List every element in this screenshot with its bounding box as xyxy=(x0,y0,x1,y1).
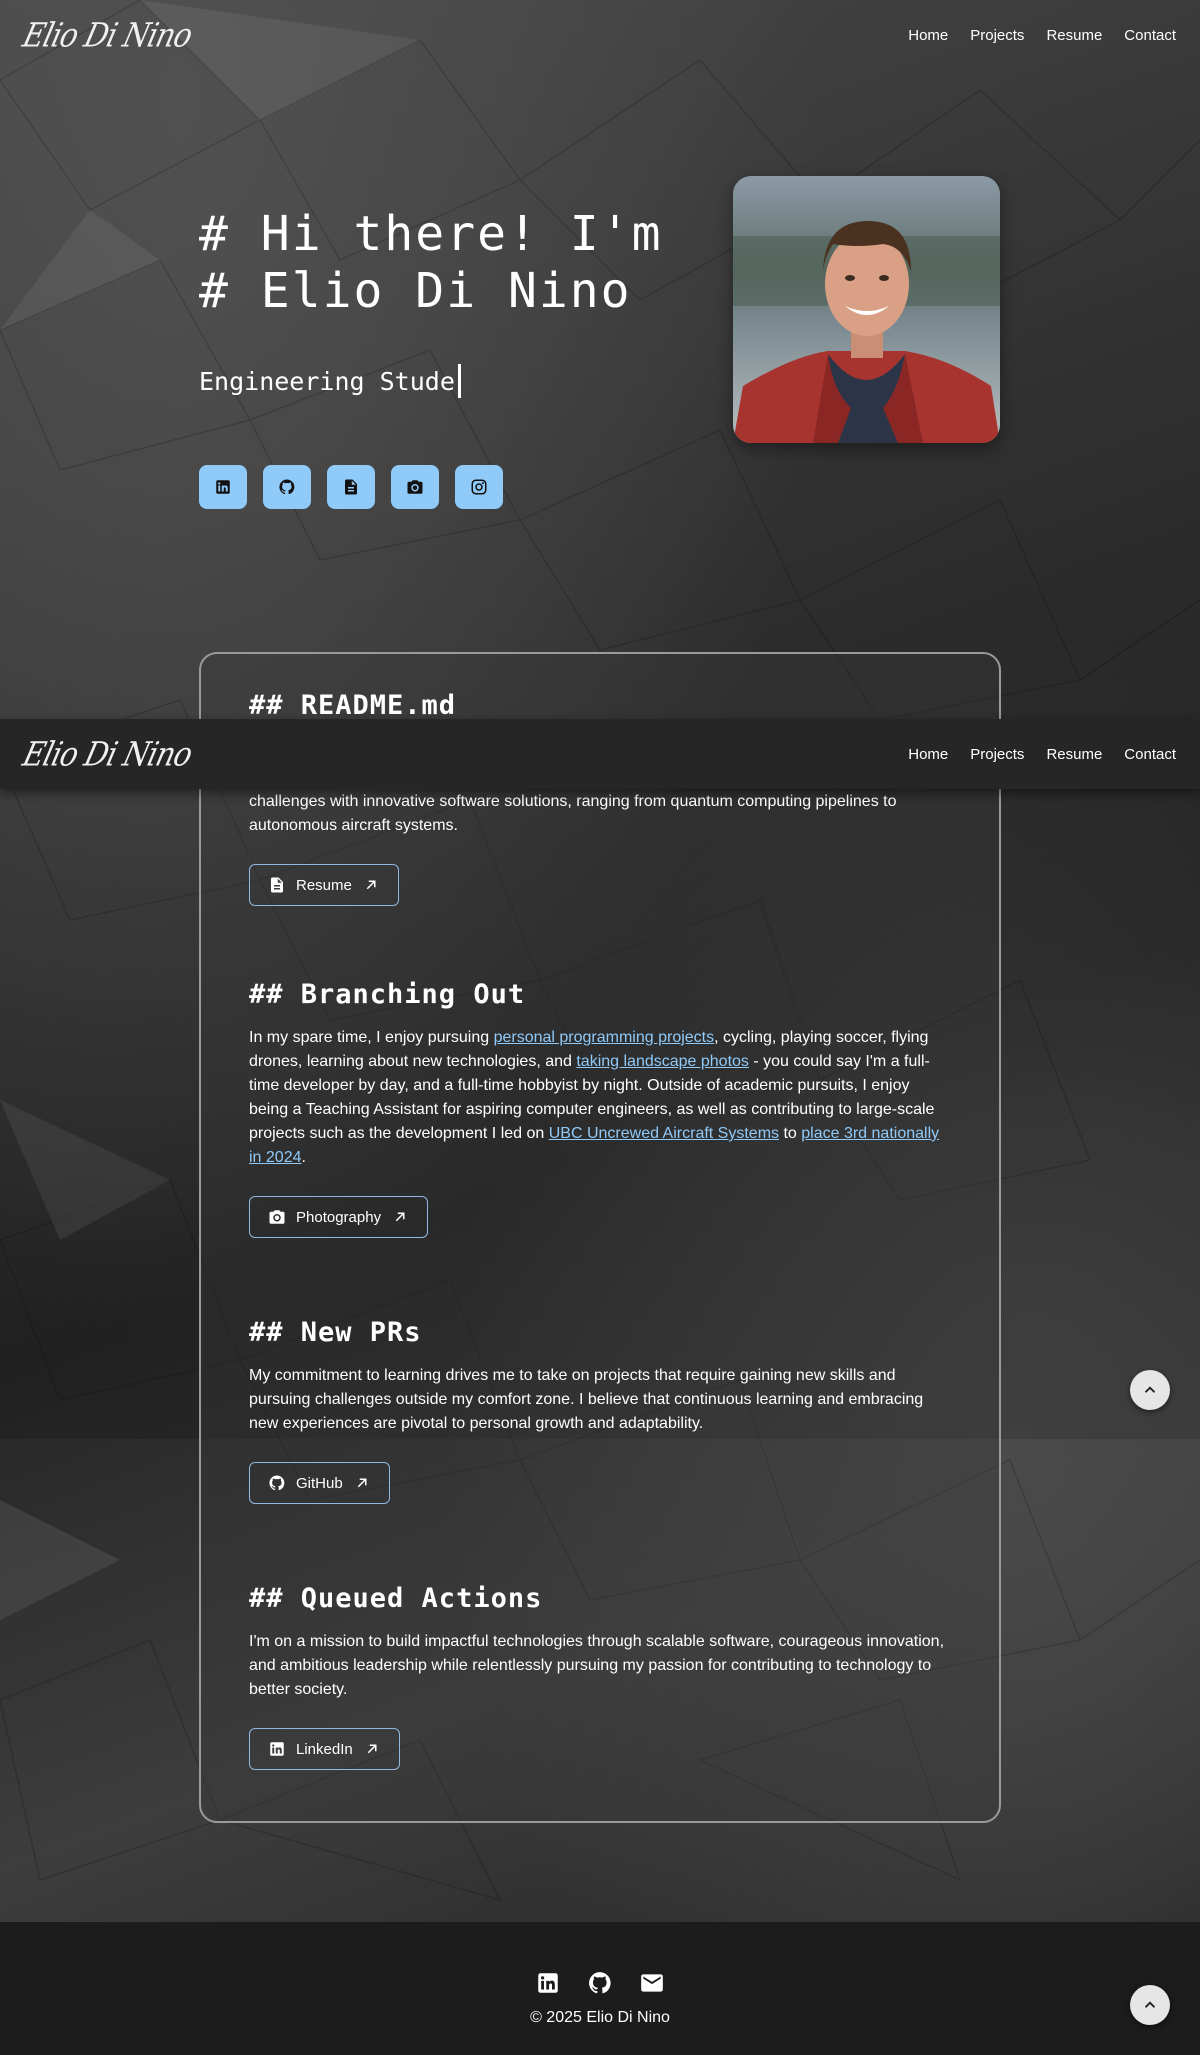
nav-link-projects[interactable]: Projects xyxy=(970,746,1024,763)
sticky-navbar: Elio Di Nino Home Projects Resume Contac… xyxy=(0,719,1200,789)
branching-text-5: . xyxy=(301,1149,306,1166)
copyright-text: © 2025 Elio Di Nino xyxy=(530,2009,670,2026)
queued-paragraph: I'm on a mission to build impactful tech… xyxy=(249,1633,945,1698)
nav-link-contact[interactable]: Contact xyxy=(1124,746,1176,763)
document-icon xyxy=(345,479,357,495)
github-icon xyxy=(269,1475,285,1491)
queued-heading: ## Queued Actions xyxy=(249,1583,543,1614)
typed-text: Engineering Stude xyxy=(199,366,455,396)
hero-title-line-1: # Hi there! I'm xyxy=(199,206,663,262)
footer-linkedin-link[interactable] xyxy=(535,1970,561,1996)
typing-caret xyxy=(457,364,461,398)
nav-link-contact[interactable]: Contact xyxy=(1124,27,1176,44)
readme-paragraph: challenges with innovative software solu… xyxy=(249,793,897,834)
photography-button[interactable] xyxy=(391,465,439,509)
resume-document-button[interactable] xyxy=(327,465,375,509)
top-navbar: Elio Di Nino Home Projects Resume Contac… xyxy=(0,0,1200,70)
scroll-to-top-button[interactable] xyxy=(1130,1985,1170,2025)
camera-icon xyxy=(269,1210,285,1224)
new-prs-paragraph: My commitment to learning drives me to t… xyxy=(249,1367,924,1432)
linkedin-icon xyxy=(538,1973,558,1993)
resume-link-button[interactable]: Resume xyxy=(249,864,399,906)
chevron-up-icon xyxy=(1144,1386,1156,1393)
hero-title: # Hi there! I'm # Elio Di Nino xyxy=(199,206,662,320)
footer-email-link[interactable] xyxy=(639,1970,665,1996)
branching-paragraph: In my spare time, I enjoy pursuing perso… xyxy=(249,1026,949,1170)
github-link-label: GitHub xyxy=(296,1474,343,1492)
linkedin-button[interactable] xyxy=(199,465,247,509)
profile-photo xyxy=(733,176,1000,443)
hero-title-line-2: # Elio Di Nino xyxy=(199,263,632,319)
photography-link-button[interactable]: Photography xyxy=(249,1196,429,1238)
typed-subtitle: Engineering Stude xyxy=(199,364,461,398)
linkedin-link-button[interactable]: LinkedIn xyxy=(249,1728,400,1770)
instagram-icon xyxy=(471,479,487,495)
branching-heading: ## Branching Out xyxy=(249,979,526,1010)
scroll-to-top-button[interactable] xyxy=(1130,1370,1170,1410)
nav-links: Home Projects Resume Contact xyxy=(908,27,1176,44)
nav-link-home[interactable]: Home xyxy=(908,746,948,763)
section-readme: ## README.md xyxy=(249,690,949,721)
linkedin-icon xyxy=(216,480,230,494)
ubc-uas-link[interactable]: UBC Uncrewed Aircraft Systems xyxy=(549,1125,779,1142)
nav-link-resume[interactable]: Resume xyxy=(1046,27,1102,44)
landscape-photos-link[interactable]: taking landscape photos xyxy=(576,1053,749,1070)
site-logo[interactable]: Elio Di Nino xyxy=(19,734,196,773)
hero-social-links xyxy=(199,465,503,509)
footer-social-links xyxy=(0,1970,1200,1996)
nav-link-projects[interactable]: Projects xyxy=(970,27,1024,44)
section-branching-out: ## Branching Out In my spare time, I enj… xyxy=(249,979,949,1238)
github-button[interactable] xyxy=(263,465,311,509)
github-link-button[interactable]: GitHub xyxy=(249,1462,390,1504)
linkedin-link-label: LinkedIn xyxy=(296,1740,353,1758)
document-icon xyxy=(271,877,283,893)
photography-link-label: Photography xyxy=(296,1208,382,1226)
site-logo[interactable]: Elio Di Nino xyxy=(19,15,196,54)
readme-heading: ## README.md xyxy=(249,690,457,721)
arrow-up-right-icon xyxy=(366,880,376,890)
new-prs-heading: ## New PRs xyxy=(249,1317,422,1348)
nav-link-home[interactable]: Home xyxy=(908,27,948,44)
resume-link-label: Resume xyxy=(296,876,352,894)
nav-link-resume[interactable]: Resume xyxy=(1046,746,1102,763)
linkedin-icon xyxy=(270,1742,284,1756)
section-new-prs: ## New PRs My commitment to learning dri… xyxy=(249,1317,949,1504)
arrow-up-right-icon xyxy=(367,1744,377,1754)
footer xyxy=(0,1922,1200,2055)
github-icon xyxy=(279,479,295,495)
camera-icon xyxy=(407,480,423,494)
email-icon xyxy=(641,1974,663,1992)
github-icon xyxy=(589,1972,611,1994)
arrow-up-right-icon xyxy=(395,1212,405,1222)
arrow-up-right-icon xyxy=(357,1478,367,1488)
readme-card: ## README.md challenges with innovative … xyxy=(199,652,1001,1823)
chevron-up-icon xyxy=(1144,2001,1156,2008)
branching-text-4: to xyxy=(779,1125,802,1142)
section-queued-actions: ## Queued Actions I'm on a mission to bu… xyxy=(249,1583,949,1770)
personal-projects-link[interactable]: personal programming projects xyxy=(494,1029,715,1046)
footer-github-link[interactable] xyxy=(587,1970,613,1996)
nav-links: Home Projects Resume Contact xyxy=(908,746,1176,763)
section-readme-body: challenges with innovative software solu… xyxy=(249,790,949,906)
instagram-button[interactable] xyxy=(455,465,503,509)
branching-text-1: In my spare time, I enjoy pursuing xyxy=(249,1029,494,1046)
